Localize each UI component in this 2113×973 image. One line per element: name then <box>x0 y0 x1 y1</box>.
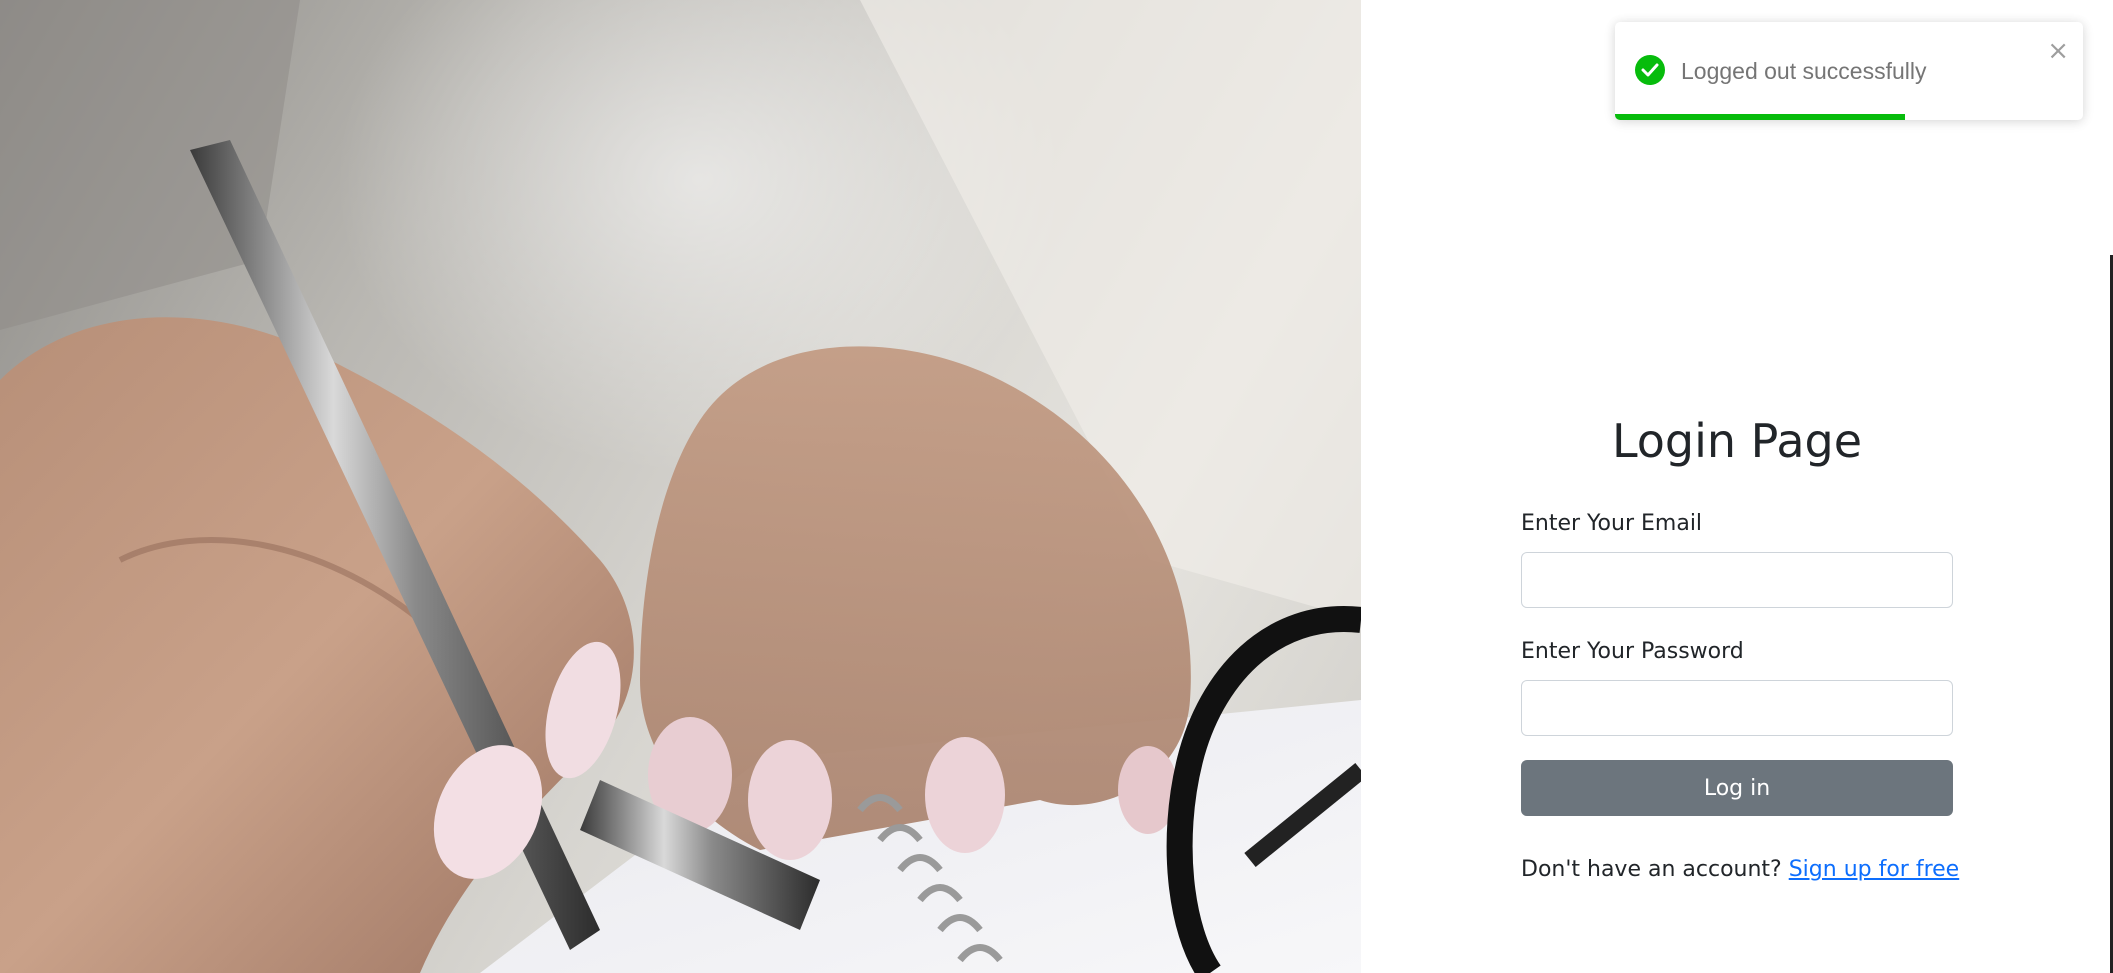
hero-photo <box>0 0 1361 973</box>
signup-link[interactable]: Sign up for free <box>1789 857 1960 882</box>
login-page: Logged out successfully × Login Page Ent… <box>0 0 2113 973</box>
close-icon[interactable]: × <box>2047 38 2069 64</box>
logout-toast: Logged out successfully × <box>1615 22 2083 120</box>
email-field[interactable] <box>1521 552 1953 608</box>
email-label: Enter Your Email <box>1521 511 1703 536</box>
password-label: Enter Your Password <box>1521 639 1744 664</box>
login-panel <box>1361 0 2113 973</box>
page-title: Login Page <box>1611 414 1863 468</box>
toast-message: Logged out successfully <box>1681 58 1927 84</box>
toast-progress-bar <box>1615 114 1906 120</box>
toast-progress-track <box>1615 114 2083 120</box>
signup-prompt-text: Don't have an account? <box>1521 857 1789 882</box>
password-field[interactable] <box>1521 680 1953 736</box>
login-button[interactable]: Log in <box>1521 760 1953 816</box>
signup-prompt: Don't have an account? Sign up for free <box>1521 857 1959 882</box>
hand-writing-illustration <box>0 0 1361 973</box>
check-circle-icon <box>1635 55 1665 85</box>
